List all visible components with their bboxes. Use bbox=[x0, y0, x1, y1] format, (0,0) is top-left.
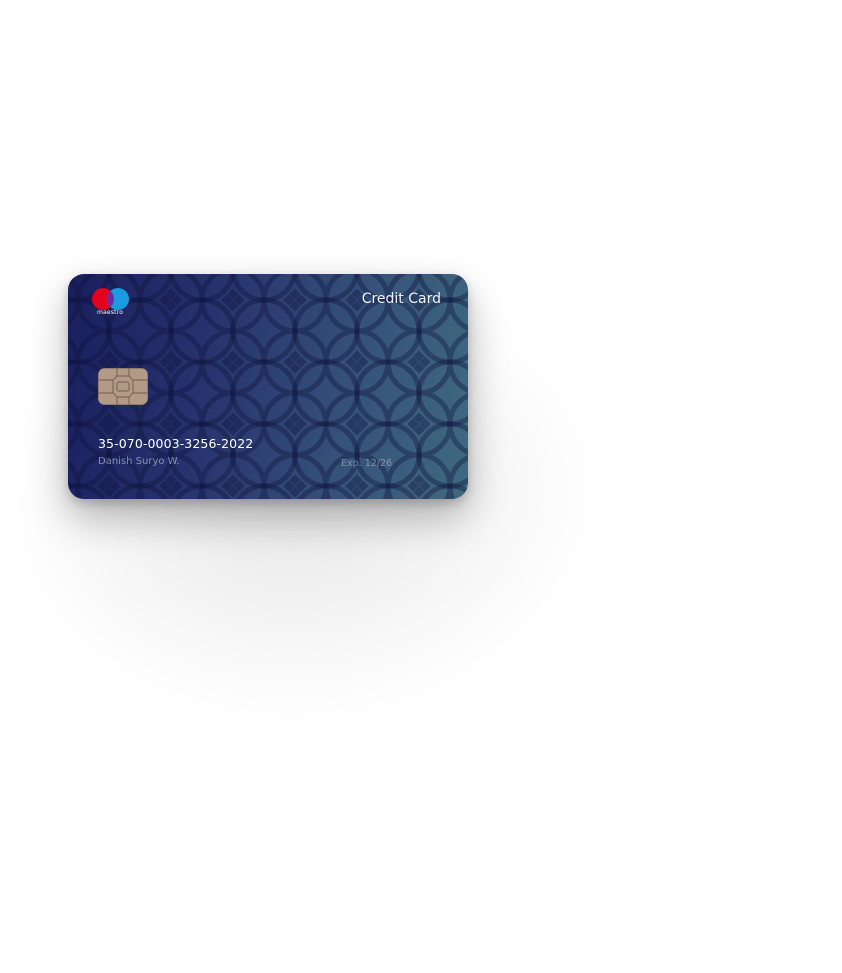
canvas: maestro Credit Card 35-070-0003-3256-202… bbox=[0, 0, 842, 973]
expiry-date: Exp. 12/26 bbox=[341, 458, 393, 469]
cardholder-name: Danish Suryo W. bbox=[98, 456, 180, 467]
brand-label: maestro bbox=[97, 309, 124, 316]
card-number: 35-070-0003-3256-2022 bbox=[98, 436, 254, 451]
credit-card[interactable]: maestro Credit Card 35-070-0003-3256-202… bbox=[68, 274, 468, 499]
chip-icon bbox=[98, 368, 148, 405]
card-type-label: Credit Card bbox=[361, 291, 441, 307]
